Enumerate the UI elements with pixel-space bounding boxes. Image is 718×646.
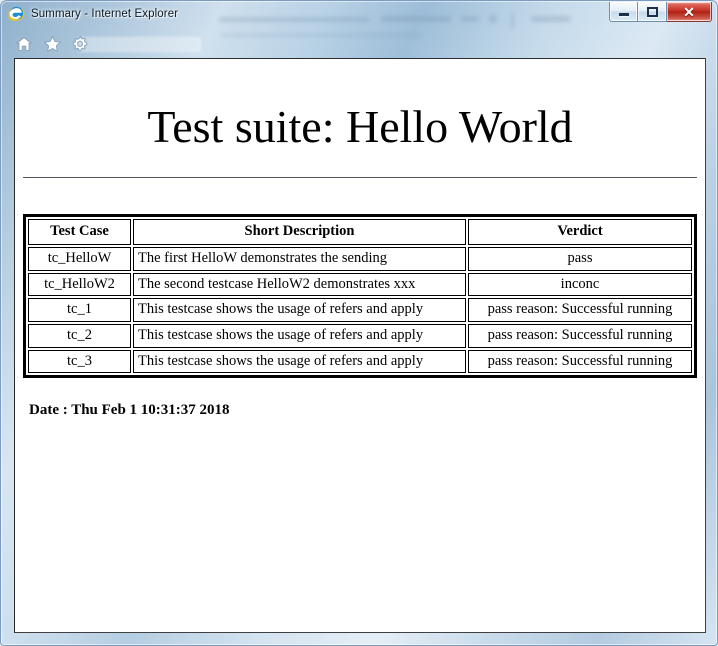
cell-test-case: tc_2 <box>28 324 131 348</box>
close-glyph: ✕ <box>683 3 695 20</box>
page-title: Test suite: Hello World <box>147 101 573 152</box>
column-header-short-description: Short Description <box>133 219 466 245</box>
table-row: tc_3 This testcase shows the usage of re… <box>28 349 692 374</box>
column-header-verdict: Verdict <box>468 219 692 245</box>
window-controls: ✕ <box>609 2 712 24</box>
close-icon: ✕ <box>667 2 711 21</box>
cell-verdict: inconc <box>468 272 692 297</box>
home-icon[interactable] <box>14 34 34 54</box>
title-bar[interactable]: Summary - Internet Explorer ✕ <box>1 1 717 37</box>
internet-explorer-logo-icon <box>8 5 25 22</box>
document-body: Test suite: Hello World Test Case Short … <box>15 59 705 632</box>
title-divider <box>23 177 697 179</box>
cell-verdict: pass reason: Successful running <box>468 349 692 374</box>
close-button[interactable]: ✕ <box>667 2 712 22</box>
cell-verdict: pass reason: Successful running <box>468 324 692 348</box>
toolbar-blur-decoration <box>79 37 201 52</box>
cell-test-case: tc_1 <box>28 298 131 323</box>
report-date: Date : Thu Feb 1 10:31:37 2018 <box>29 402 230 419</box>
favorites-star-icon[interactable] <box>42 34 62 54</box>
table-row: tc_1 This testcase shows the usage of re… <box>28 298 692 323</box>
gear-icon[interactable] <box>70 34 90 54</box>
maximize-button[interactable] <box>638 2 667 22</box>
window-title: Summary - Internet Explorer <box>31 7 179 20</box>
minimize-button[interactable] <box>609 2 638 22</box>
cell-test-case: tc_HelloW <box>28 246 131 271</box>
cell-verdict: pass <box>468 246 692 271</box>
cell-short-description: The first HelloW demonstrates the sendin… <box>133 246 466 271</box>
column-header-test-case: Test Case <box>28 219 131 245</box>
table-header-row: Test Case Short Description Verdict <box>28 219 692 245</box>
maximize-icon <box>638 2 666 21</box>
document-viewport: Test suite: Hello World Test Case Short … <box>14 58 706 633</box>
cell-test-case: tc_HelloW2 <box>28 272 131 297</box>
cell-short-description: This testcase shows the usage of refers … <box>133 324 466 348</box>
cell-test-case: tc_3 <box>28 349 131 374</box>
cell-short-description: The second testcase HelloW2 demonstrates… <box>133 272 466 297</box>
toolbar-icon-group <box>14 34 90 54</box>
title-bar-left: Summary - Internet Explorer <box>8 5 178 22</box>
command-toolbar <box>1 29 717 57</box>
minimize-icon <box>610 2 637 21</box>
test-results-table: Test Case Short Description Verdict tc_H… <box>23 214 697 379</box>
table-row: tc_HelloW2 The second testcase HelloW2 d… <box>28 272 692 297</box>
table-row: tc_HelloW The first HelloW demonstrates … <box>28 246 692 271</box>
internet-explorer-window: Summary - Internet Explorer ✕ Test suite… <box>0 0 718 646</box>
cell-short-description: This testcase shows the usage of refers … <box>133 298 466 323</box>
cell-short-description: This testcase shows the usage of refers … <box>133 349 466 374</box>
table-row: tc_2 This testcase shows the usage of re… <box>28 324 692 348</box>
cell-verdict: pass reason: Successful running <box>468 298 692 323</box>
